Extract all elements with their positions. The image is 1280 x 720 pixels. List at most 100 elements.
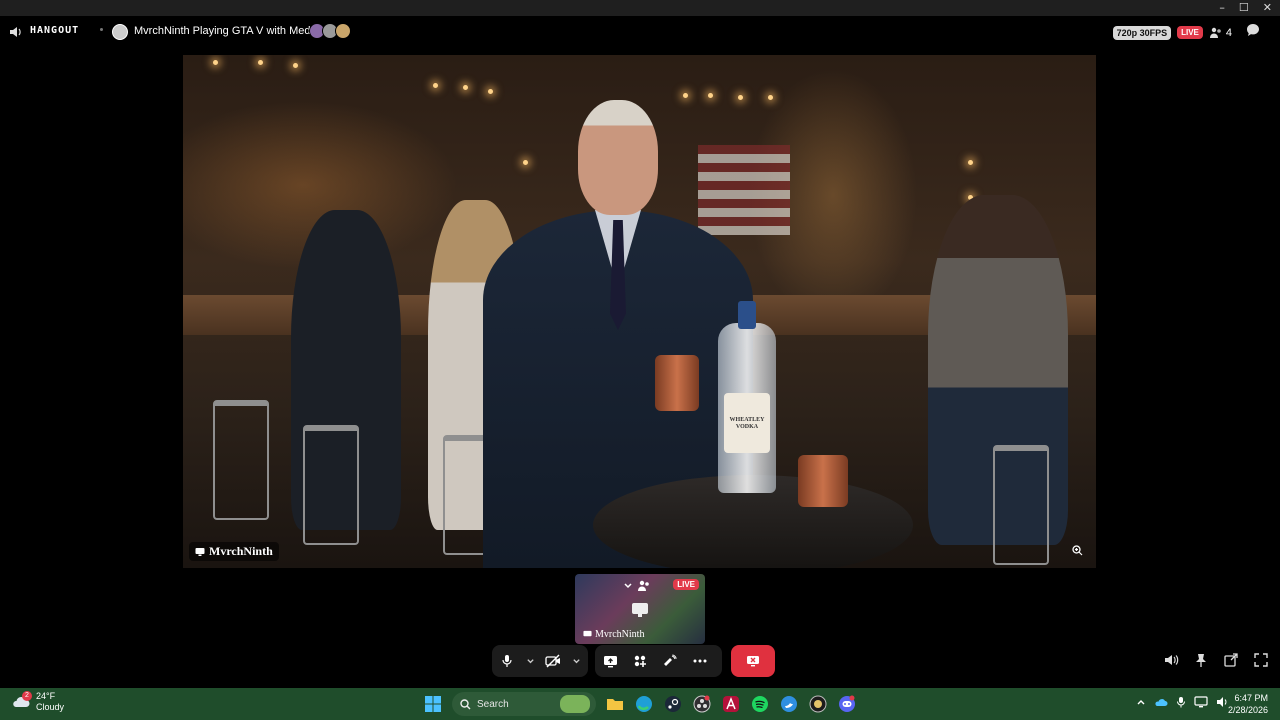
more-options-button[interactable] [685, 645, 715, 677]
taskbar-clock[interactable]: 6:47 PM 2/28/2026 [1228, 692, 1268, 716]
chevron-up-icon[interactable] [1136, 697, 1146, 707]
soundboard-icon [664, 654, 677, 666]
chevron-down-icon [526, 658, 534, 663]
bird-app-icon[interactable] [779, 692, 799, 716]
viewer-avatars[interactable] [309, 23, 351, 39]
avatar[interactable] [335, 23, 351, 39]
chevron-down-icon[interactable] [623, 581, 633, 591]
video-off-icon [545, 654, 560, 668]
discord-icon[interactable] [837, 692, 857, 716]
string-light [708, 93, 713, 98]
system-tray [1136, 696, 1230, 708]
string-light [968, 160, 973, 165]
screen-share-icon [583, 630, 592, 637]
live-badge: LIVE [1177, 26, 1203, 39]
people-icon[interactable] [637, 580, 651, 592]
vodka-bottle: WHEATLEY VODKA [718, 301, 776, 493]
thumbnail-live-badge: LIVE [673, 579, 699, 590]
cloud-sync-icon[interactable] [1154, 696, 1168, 708]
bottle-cap [738, 301, 756, 329]
stage-tools [1162, 651, 1270, 669]
more-icon [693, 659, 707, 663]
zoom-button[interactable] [1067, 540, 1087, 560]
temperature: 24°F [36, 691, 56, 701]
steam-icon[interactable] [663, 692, 683, 716]
edge-browser-icon[interactable] [634, 692, 654, 716]
participant-count: 4 [1225, 26, 1232, 39]
chat-icon[interactable] [1246, 23, 1260, 42]
screen-share-icon [195, 547, 205, 556]
string-light [683, 93, 688, 98]
mic-options-button[interactable] [522, 645, 538, 677]
string-light [293, 63, 298, 68]
pop-out-icon [1224, 653, 1238, 667]
start-button[interactable] [423, 692, 443, 716]
volume-icon [1164, 655, 1178, 665]
soundboard-button[interactable] [655, 645, 685, 677]
activities-button[interactable] [625, 645, 655, 677]
activity-controls [595, 645, 722, 677]
people-icon [1209, 27, 1221, 38]
microphone-icon[interactable] [1176, 696, 1186, 708]
app-a-icon[interactable] [721, 692, 741, 716]
network-icon[interactable] [1194, 696, 1208, 708]
maximize-button[interactable]: ☐ [1239, 1, 1249, 14]
volume-icon[interactable] [9, 25, 23, 39]
call-header: HANGOUT MvrchNinth Playing GTA V with Me… [0, 16, 1280, 48]
av-controls [492, 645, 588, 677]
leave-call-button[interactable] [731, 645, 775, 677]
search-highlight-image [560, 695, 590, 713]
thumbnail-name: MvrchNinth [595, 629, 645, 640]
medal-app-icon[interactable] [808, 692, 828, 716]
spotify-icon[interactable] [750, 692, 770, 716]
stream-meta: 720p 30FPS LIVE 4 [1112, 23, 1260, 42]
host-avatar[interactable] [112, 24, 128, 40]
minimize-button[interactable]: – [1219, 1, 1225, 14]
taskbar-apps: Search [423, 692, 857, 716]
thumbnail-controls [623, 580, 651, 592]
fullscreen-button[interactable] [1252, 651, 1270, 669]
mute-button[interactable] [492, 645, 522, 677]
fullscreen-icon [1254, 653, 1268, 667]
participants-button[interactable]: 4 [1209, 27, 1232, 39]
weather-widget[interactable]: 2 24°F Cloudy [12, 691, 64, 713]
screen-share-icon [603, 655, 617, 667]
file-explorer-icon[interactable] [605, 692, 625, 716]
obs-icon[interactable] [692, 692, 712, 716]
string-light [213, 60, 218, 65]
search-icon [460, 698, 471, 709]
clock-date: 2/28/2026 [1227, 705, 1268, 715]
clock-time: 6:47 PM [1234, 693, 1268, 703]
string-light [258, 60, 263, 65]
bar-stool [993, 445, 1049, 565]
share-screen-button[interactable] [595, 645, 625, 677]
main-stream-video[interactable]: WHEATLEY VODKA [183, 55, 1096, 568]
cloud-icon: 2 [12, 691, 32, 710]
copper-mug [655, 355, 699, 411]
activities-icon [634, 655, 646, 667]
pop-out-button[interactable] [1222, 651, 1240, 669]
thumbnail-name-tag: MvrchNinth [583, 629, 644, 640]
stream-volume-button[interactable] [1162, 651, 1180, 669]
camera-options-button[interactable] [568, 645, 584, 677]
close-window-button[interactable]: ✕ [1263, 1, 1272, 14]
taskbar-search[interactable]: Search [452, 692, 596, 716]
pin-button[interactable] [1192, 651, 1210, 669]
separator-dot [100, 28, 103, 31]
string-light [488, 89, 493, 94]
stream-thumbnail[interactable]: LIVE MvrchNinth [575, 574, 705, 644]
microphone-icon [502, 655, 512, 667]
screen-share-icon [631, 602, 649, 623]
camera-button[interactable] [538, 645, 568, 677]
zoom-in-icon [1071, 544, 1082, 555]
os-taskbar: 2 24°F Cloudy Search 6:47 PM 2/28/2026 [0, 688, 1280, 720]
brand-logo: HANGOUT [30, 25, 80, 36]
copper-mug [798, 455, 848, 507]
string-light [768, 95, 773, 100]
chevron-down-icon [572, 658, 580, 663]
quality-badge: 720p 30FPS [1112, 25, 1172, 40]
streamer-name: MvrchNinth [209, 544, 273, 558]
bottle-label: WHEATLEY VODKA [724, 393, 770, 453]
leave-icon [747, 656, 759, 667]
string-light [463, 85, 468, 90]
